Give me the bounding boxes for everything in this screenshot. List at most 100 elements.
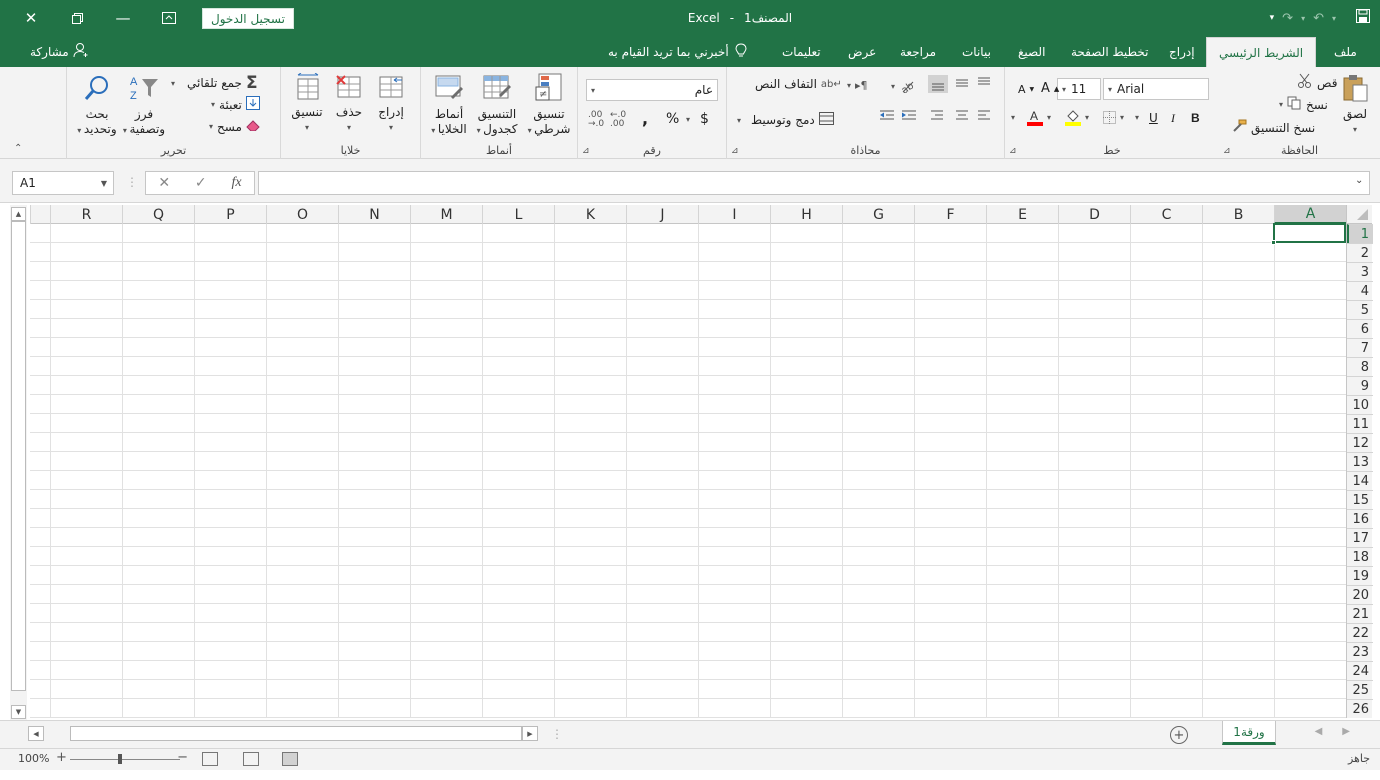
tab-review[interactable]: مراجعة <box>900 36 936 67</box>
italic-button[interactable]: I <box>1171 111 1175 126</box>
zoom-level[interactable]: 100% <box>18 752 49 765</box>
scroll-right-icon[interactable]: ▶ <box>522 726 538 741</box>
column-header-p[interactable]: P <box>194 205 266 224</box>
sheet-next-icon[interactable]: ▶ <box>1342 726 1350 737</box>
column-header-g[interactable]: G <box>842 205 914 224</box>
column-header-d[interactable]: D <box>1058 205 1130 224</box>
merge-dropdown-icon[interactable]: ▾ <box>737 116 741 125</box>
save-icon[interactable] <box>1356 9 1370 27</box>
row-header-21[interactable]: 21 <box>1347 604 1373 623</box>
column-header-b[interactable]: B <box>1202 205 1274 224</box>
column-header-e[interactable]: E <box>986 205 1058 224</box>
row-header-22[interactable]: 22 <box>1347 623 1373 642</box>
find-select-button[interactable]: بحث ▾ وتحديد <box>73 73 121 138</box>
row-header-23[interactable]: 23 <box>1347 642 1373 661</box>
merge-center-button[interactable]: ▾ دمج وتوسيط <box>737 112 834 128</box>
row-header-1[interactable]: 1 <box>1347 224 1373 243</box>
row-header-24[interactable]: 24 <box>1347 661 1373 680</box>
normal-view-icon[interactable] <box>282 752 298 766</box>
row-header-15[interactable]: 15 <box>1347 490 1373 509</box>
insert-dropdown-icon[interactable]: ▾ <box>389 120 393 135</box>
grow-font-icon[interactable]: A ▲ <box>1041 81 1059 96</box>
undo-icon[interactable]: ↶ <box>1313 11 1324 26</box>
clear-button[interactable]: ▾ مسح <box>209 119 260 134</box>
fill-button[interactable]: ▾ تعبئة <box>211 96 260 113</box>
borders-icon[interactable]: ▾ <box>1103 111 1124 124</box>
column-header-h[interactable]: H <box>770 205 842 224</box>
row-header-2[interactable]: 2 <box>1347 243 1373 262</box>
redo-icon[interactable]: ↷ <box>1282 11 1293 26</box>
name-box-dropdown-icon[interactable]: ▼ <box>101 179 107 188</box>
scroll-up-icon[interactable]: ▲ <box>11 207 26 221</box>
currency-dropdown-icon[interactable]: ▾ <box>686 115 690 124</box>
tell-me-search[interactable]: أخبرني بما تريد القيام به <box>608 36 747 67</box>
row-header-5[interactable]: 5 <box>1347 300 1373 319</box>
formula-input[interactable]: ⌄ <box>258 171 1370 195</box>
vertical-scrollbar[interactable]: ▲ ▼ <box>10 205 27 720</box>
row-header-25[interactable]: 25 <box>1347 680 1373 699</box>
fill-color-icon[interactable]: ▾ <box>1065 109 1089 126</box>
font-color-dropdown-icon[interactable]: ▾ <box>1011 113 1015 122</box>
number-launcher-icon[interactable]: ⊿ <box>582 146 590 156</box>
tab-page-layout[interactable]: تخطيط الصفحة <box>1071 36 1148 67</box>
expand-formula-bar-icon[interactable]: ⌄ <box>1355 175 1363 186</box>
sort-filter-button[interactable]: AZ فرز ▾ وتصفية <box>119 73 169 138</box>
underline-button[interactable]: U <box>1149 111 1158 125</box>
zoom-in-icon[interactable]: + <box>56 750 67 765</box>
tab-file[interactable]: ملف <box>1334 36 1357 67</box>
customize-qat-icon[interactable]: ▾ <box>1270 13 1275 23</box>
share-button[interactable]: مشاركة <box>30 36 89 67</box>
tab-formulas[interactable]: الصيغ <box>1018 36 1045 67</box>
align-center-icon[interactable] <box>955 109 969 121</box>
align-left-icon[interactable] <box>977 109 991 121</box>
format-cells-button[interactable]: تنسيق ▾ <box>285 72 329 135</box>
font-launcher-icon[interactable]: ⊿ <box>1009 146 1017 156</box>
zoom-knob[interactable] <box>118 754 122 764</box>
copy-dropdown-icon[interactable]: ▾ <box>1279 100 1283 109</box>
row-header-20[interactable]: 20 <box>1347 585 1373 604</box>
delete-dropdown-icon[interactable]: ▾ <box>347 120 351 135</box>
page-layout-view-icon[interactable] <box>243 752 259 766</box>
column-header-l[interactable]: L <box>482 205 554 224</box>
sheet-tab-active[interactable]: ورقة1 <box>1222 721 1276 745</box>
number-format-combo[interactable]: ▾ عام <box>586 79 718 101</box>
percent-button[interactable]: % <box>666 111 679 127</box>
select-all-button[interactable] <box>1346 205 1372 224</box>
active-cell-a1[interactable] <box>1271 223 1346 245</box>
column-header-j[interactable]: J <box>626 205 698 224</box>
alignment-launcher-icon[interactable]: ⊿ <box>731 146 739 156</box>
paste-button[interactable]: لصق ▾ <box>1335 73 1375 137</box>
delete-cells-button[interactable]: حذف ▾ <box>329 73 369 135</box>
row-header-13[interactable]: 13 <box>1347 452 1373 471</box>
column-header-m[interactable]: M <box>410 205 482 224</box>
font-size-dropdown-icon[interactable]: ▾ <box>1062 85 1066 94</box>
sheet-bar-grip-icon[interactable]: ⋮ <box>551 727 563 741</box>
bold-button[interactable]: B <box>1191 111 1200 125</box>
collapse-ribbon-icon[interactable]: ⌃ <box>14 143 22 154</box>
row-header-11[interactable]: 11 <box>1347 414 1373 433</box>
row-header-4[interactable]: 4 <box>1347 281 1373 300</box>
column-header-q[interactable]: Q <box>122 205 194 224</box>
increase-decimal-icon[interactable]: ←.0.00 <box>610 111 626 129</box>
shrink-font-icon[interactable]: A ▼ <box>1018 83 1034 96</box>
copy-button[interactable]: ▾ نسخ <box>1279 96 1328 113</box>
increase-indent-icon[interactable] <box>901 109 917 121</box>
scroll-down-icon[interactable]: ▼ <box>11 705 26 719</box>
column-header-f[interactable]: F <box>914 205 986 224</box>
row-header-8[interactable]: 8 <box>1347 357 1373 376</box>
row-header-6[interactable]: 6 <box>1347 319 1373 338</box>
scroll-left-icon[interactable]: ◀ <box>28 726 44 741</box>
currency-button[interactable]: $ <box>700 111 709 127</box>
tab-data[interactable]: بيانات <box>962 36 991 67</box>
row-header-9[interactable]: 9 <box>1347 376 1373 395</box>
comma-button[interactable]: , <box>642 109 648 128</box>
format-dropdown-icon[interactable]: ▾ <box>305 120 309 135</box>
paste-dropdown-icon[interactable]: ▾ <box>1353 122 1357 137</box>
clear-dropdown-icon[interactable]: ▾ <box>209 122 213 131</box>
row-header-18[interactable]: 18 <box>1347 547 1373 566</box>
wrap-text-button[interactable]: التفاف النص ab↵ <box>755 77 842 91</box>
column-header-c[interactable]: C <box>1130 205 1202 224</box>
column-header-partial[interactable] <box>30 205 50 224</box>
formula-bar-grip-icon[interactable]: ⋮ <box>126 175 138 189</box>
tab-help[interactable]: تعليمات <box>782 36 821 67</box>
